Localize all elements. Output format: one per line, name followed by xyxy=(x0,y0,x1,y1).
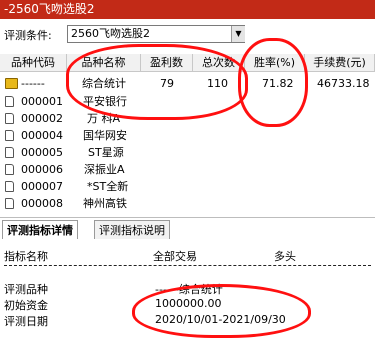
tab-metric-description[interactable]: 评测指标说明 xyxy=(94,220,170,239)
cell-winrate: 71.82 xyxy=(262,77,294,90)
cell-name: 平安银行 xyxy=(83,95,127,108)
tab-bar: 评测指标详情 评测指标说明 xyxy=(0,217,375,239)
column-header-name[interactable]: 品种名称 xyxy=(67,54,141,72)
table-row[interactable]: 000008 神州高铁 xyxy=(0,195,375,212)
detail-label: 评测日期 xyxy=(4,315,48,328)
detail-header-name: 指标名称 xyxy=(4,250,48,263)
cell-code: ------ xyxy=(21,77,45,90)
document-icon xyxy=(5,164,14,175)
cell-name: 万 科A xyxy=(87,112,121,125)
condition-label: 评测条件: xyxy=(4,29,52,42)
column-header-total[interactable]: 总次数 xyxy=(193,54,245,72)
column-header-fee[interactable]: 手续费(元) xyxy=(305,54,375,72)
cell-code: 000008 xyxy=(21,197,63,210)
window-title: -2560飞吻选股2 xyxy=(0,0,375,19)
column-header-wins[interactable]: 盈利数 xyxy=(141,54,193,72)
cell-code: 000007 xyxy=(21,180,63,193)
cell-name: *ST全新 xyxy=(87,180,129,193)
condition-row: 评测条件: 2560飞吻选股2 ▼ xyxy=(0,22,375,46)
table-row[interactable]: 000004 国华网安 xyxy=(0,127,375,144)
cell-name: 深振业A xyxy=(84,163,125,176)
condition-value: 2560飞吻选股2 xyxy=(71,27,150,40)
cell-code: 000001 xyxy=(21,95,63,108)
detail-row: 初始资金 1000000.00 xyxy=(0,296,375,312)
detail-value: 2020/10/01-2021/09/30 xyxy=(155,313,286,326)
detail-label: 评测品种 xyxy=(4,283,48,296)
condition-select[interactable]: 2560飞吻选股2 xyxy=(67,25,245,43)
document-icon xyxy=(5,198,14,209)
detail-value: 1000000.00 xyxy=(155,297,222,310)
detail-row: 评测日期 2020/10/01-2021/09/30 xyxy=(0,312,375,328)
divider xyxy=(4,265,371,266)
document-icon xyxy=(5,96,14,107)
summary-icon xyxy=(5,78,18,89)
tab-metric-details[interactable]: 评测指标详情 xyxy=(2,220,78,239)
column-header-winrate[interactable]: 胜率(%) xyxy=(245,54,305,72)
cell-code: 000002 xyxy=(21,112,63,125)
chevron-down-icon[interactable]: ▼ xyxy=(231,26,245,42)
cell-fee: 46733.18 xyxy=(317,77,370,90)
table-header: 品种代码 品种名称 盈利数 总次数 胜率(%) 手续费(元) xyxy=(0,54,375,72)
detail-value: ------综合统计 xyxy=(155,283,223,296)
cell-code: 000006 xyxy=(21,163,63,176)
detail-header-long: 多头 xyxy=(274,250,296,263)
cell-wins: 79 xyxy=(160,77,174,90)
document-icon xyxy=(5,130,14,141)
document-icon xyxy=(5,113,14,124)
column-header-code[interactable]: 品种代码 xyxy=(0,54,67,72)
cell-code: 000004 xyxy=(21,129,63,142)
cell-total: 110 xyxy=(207,77,228,90)
table-row-summary[interactable]: ------ 综合统计 79 110 71.82 46733.18 xyxy=(0,75,375,92)
table-row[interactable]: 000002 万 科A xyxy=(0,110,375,127)
table-row[interactable]: 000006 深振业A xyxy=(0,161,375,178)
detail-header-all: 全部交易 xyxy=(153,250,197,263)
detail-header: 指标名称 全部交易 多头 xyxy=(0,243,375,263)
table-row[interactable]: 000001 平安银行 xyxy=(0,93,375,110)
cell-name: 综合统计 xyxy=(82,77,126,90)
document-icon xyxy=(5,181,14,192)
detail-row: 评测品种 ------综合统计 xyxy=(0,280,375,296)
detail-label: 初始资金 xyxy=(4,299,48,312)
cell-name: ST星源 xyxy=(88,146,124,159)
cell-name: 神州高铁 xyxy=(83,197,127,210)
table-row[interactable]: 000007 *ST全新 xyxy=(0,178,375,195)
cell-code: 000005 xyxy=(21,146,63,159)
cell-name: 国华网安 xyxy=(83,129,127,142)
table-row[interactable]: 000005 ST星源 xyxy=(0,144,375,161)
document-icon xyxy=(5,147,14,158)
